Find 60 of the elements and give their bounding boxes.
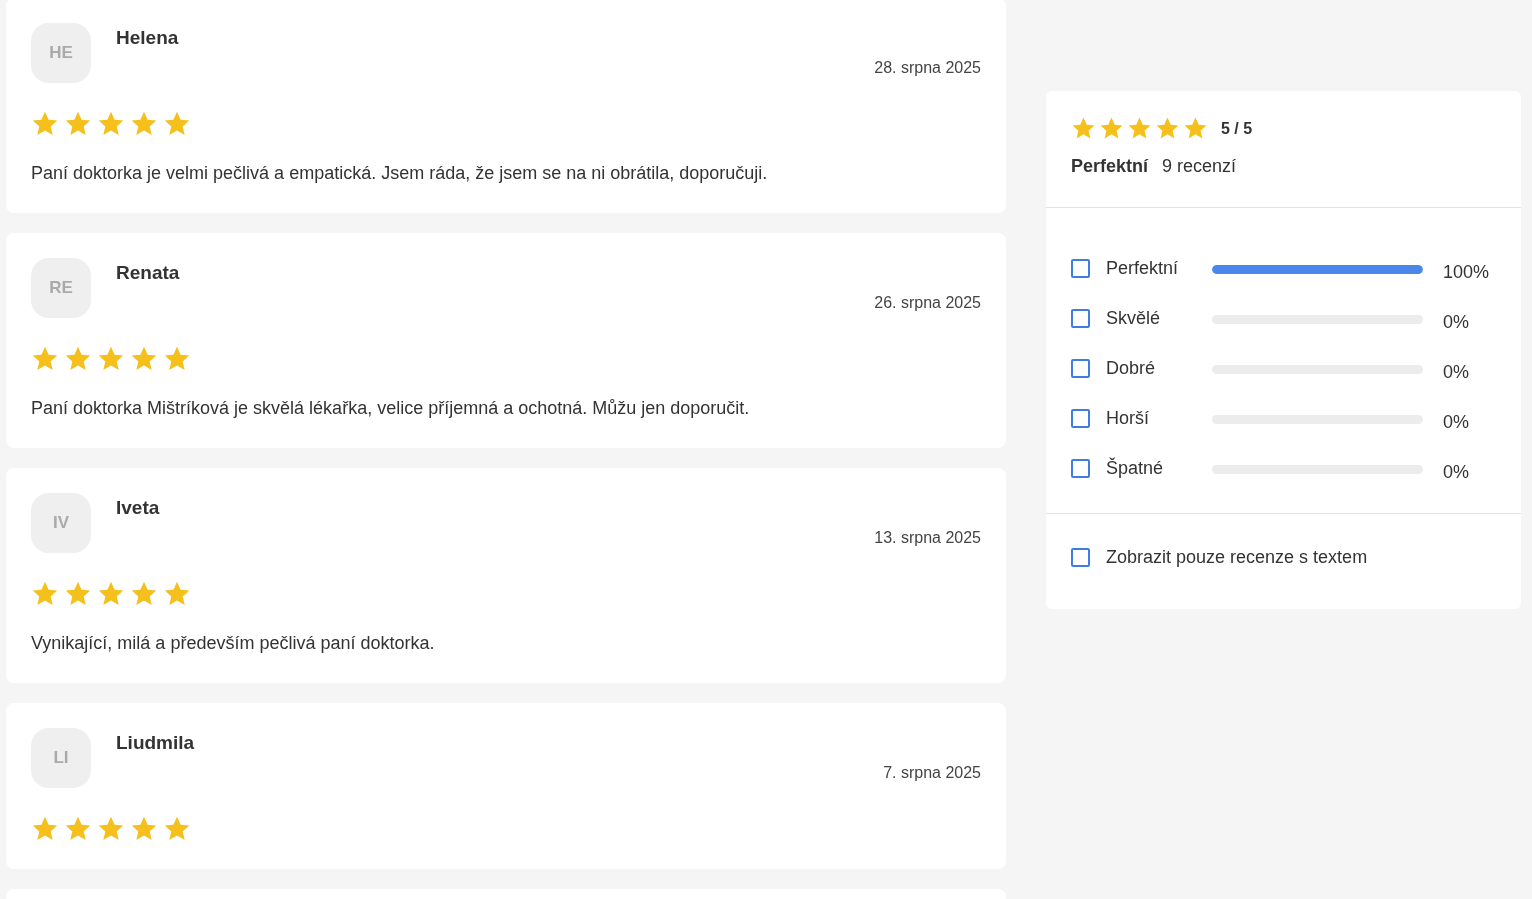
filter-label[interactable]: Skvělé [1106, 304, 1212, 332]
avatar: RE [31, 258, 91, 318]
star-icon [163, 110, 191, 138]
star-icon [31, 345, 59, 373]
review-date: 26. srpna 2025 [874, 292, 981, 313]
star-icon [1127, 116, 1152, 141]
star-icon [97, 580, 125, 608]
rating-score: 5 / 5 [1221, 118, 1253, 139]
star-icon [130, 815, 158, 843]
star-icon [130, 345, 158, 373]
avatar: IV [31, 493, 91, 553]
review-count: 9 recenzí [1162, 155, 1237, 178]
checkbox[interactable] [1071, 408, 1090, 428]
filter-label[interactable]: Horší [1106, 404, 1212, 432]
checkbox[interactable] [1071, 308, 1090, 328]
review-text: Vynikající, milá a především pečlivá paní doktorka. [31, 632, 436, 655]
star-icon [163, 815, 191, 843]
star-icon [97, 815, 125, 843]
star-icon [31, 110, 59, 138]
review-date: 7. srpna 2025 [883, 762, 981, 783]
filter-label[interactable]: Špatné [1106, 454, 1212, 482]
star-icon [163, 345, 191, 373]
percent-label: 100% [1443, 260, 1490, 284]
star-icon [97, 110, 125, 138]
percent-label: 0% [1443, 360, 1469, 384]
reviewer-name: Helena [116, 26, 179, 50]
checkbox[interactable] [1071, 258, 1090, 278]
star-icon [97, 345, 125, 373]
filter-label[interactable]: Dobré [1106, 354, 1212, 382]
checkbox[interactable] [1071, 548, 1090, 567]
avatar: LI [31, 728, 91, 788]
star-icon [163, 580, 191, 608]
review-date: 28. srpna 2025 [874, 57, 981, 78]
star-icon [130, 580, 158, 608]
reviewer-name: Liudmila [116, 731, 195, 755]
reviewer-name: Iveta [116, 496, 160, 520]
star-icon [1099, 116, 1124, 141]
star-icon [64, 815, 92, 843]
star-icon [1071, 116, 1096, 141]
star-icon [64, 345, 92, 373]
filter-label[interactable]: Zobrazit pouze recenze s textem [1106, 544, 1368, 571]
checkbox[interactable] [1071, 458, 1090, 478]
star-icon [64, 580, 92, 608]
star-icon [1155, 116, 1180, 141]
star-icon [1183, 116, 1208, 141]
percent-label: 0% [1443, 460, 1469, 484]
filter-label[interactable]: Perfektní [1106, 254, 1212, 282]
reviewer-name: Renata [116, 261, 180, 285]
star-icon [31, 580, 59, 608]
avatar: HE [31, 23, 91, 83]
review-date: 13. srpna 2025 [874, 527, 981, 548]
percent-label: 0% [1443, 310, 1469, 334]
rating-verdict: Perfektní [1071, 155, 1149, 178]
percent-label: 0% [1443, 410, 1469, 434]
star-icon [31, 815, 59, 843]
review-text: Paní doktorka je velmi pečlivá a empatická. Jsem ráda, že jsem se na ni obrátila, doporučuji. [31, 162, 769, 185]
review-text: Paní doktorka Mištríková je skvělá lékařka, velice příjemná a ochotná. Můžu jen doporučit. [31, 397, 751, 420]
checkbox[interactable] [1071, 358, 1090, 378]
star-icon [130, 110, 158, 138]
star-icon [64, 110, 92, 138]
